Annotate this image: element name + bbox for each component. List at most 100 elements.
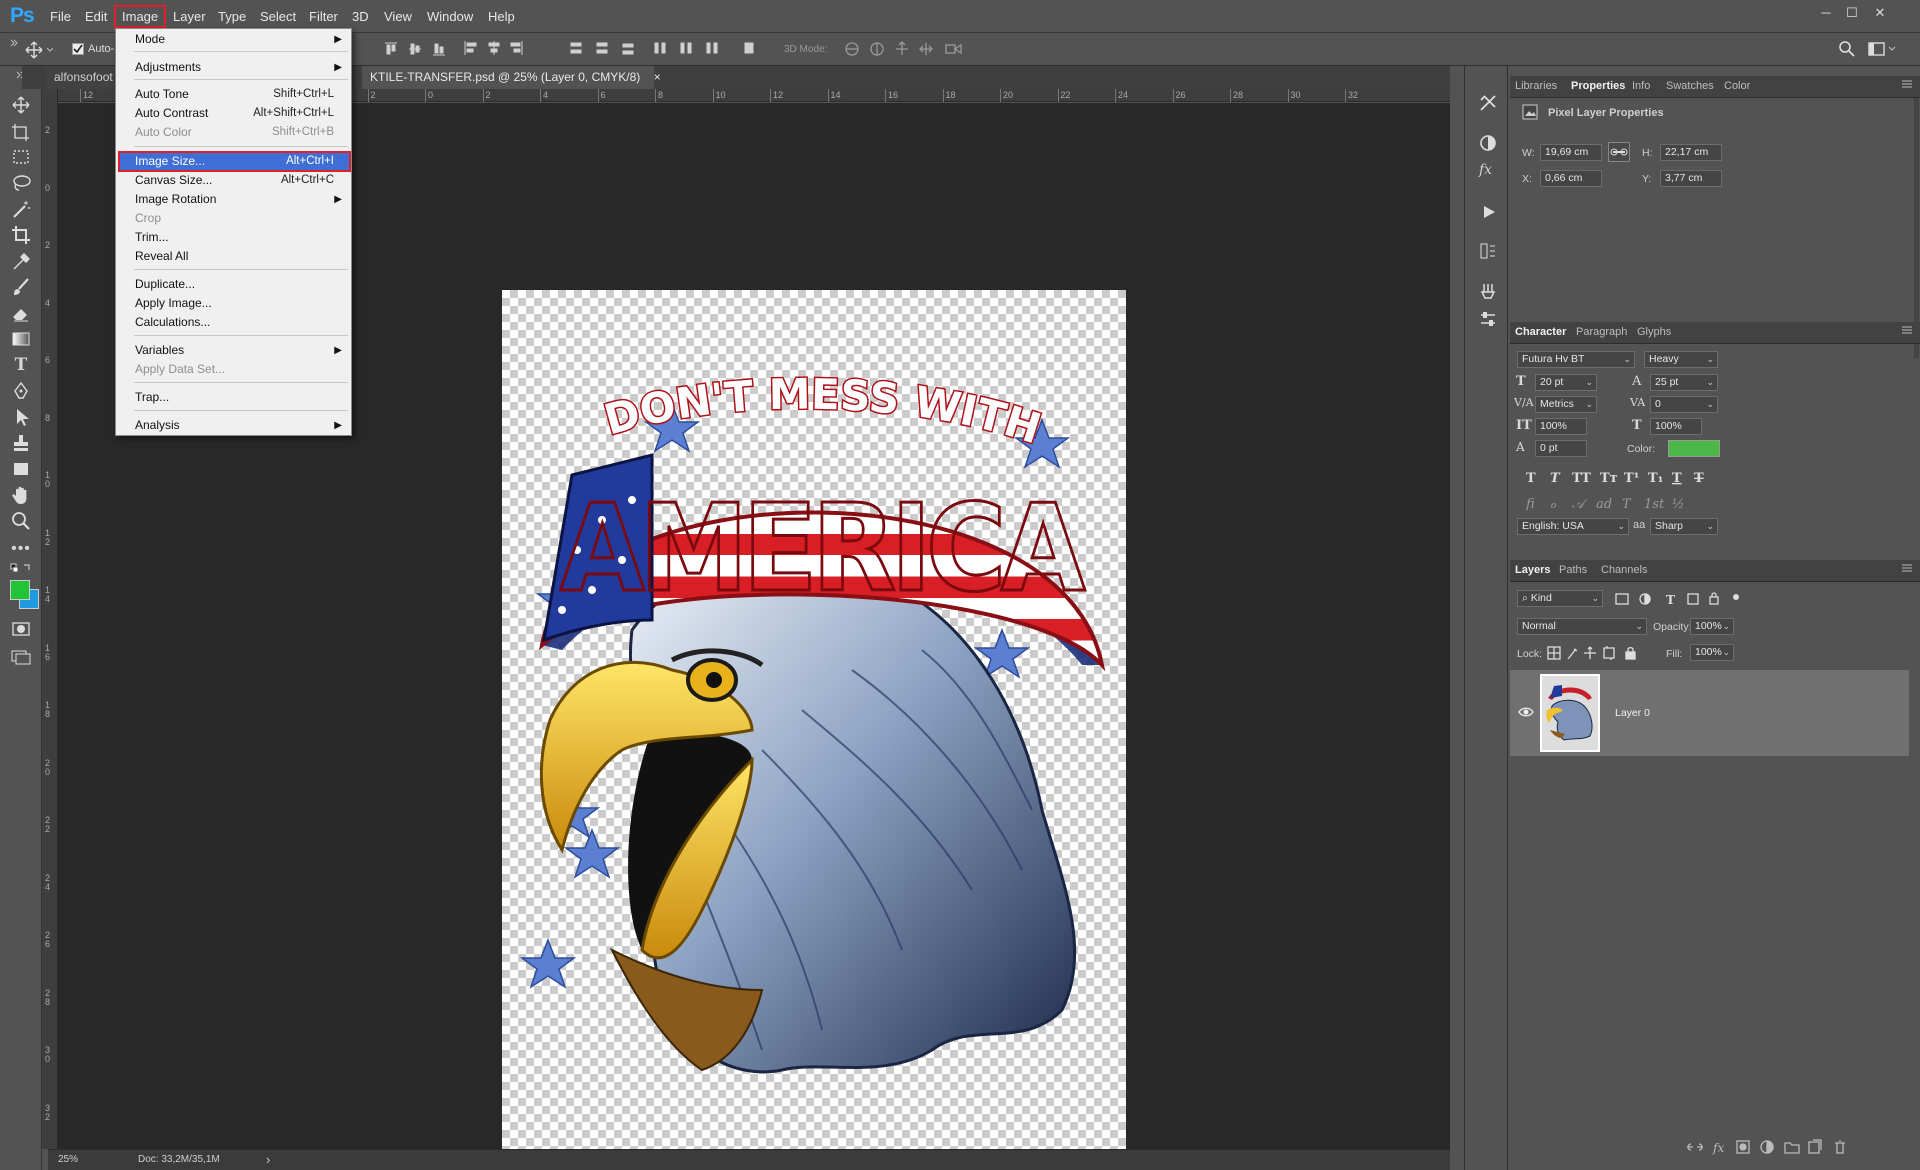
magic-wand-tool-icon[interactable] — [9, 198, 33, 220]
tab-swatches[interactable]: Swatches — [1666, 80, 1714, 92]
crop-tool-icon[interactable] — [9, 224, 33, 246]
tab-glyphs[interactable]: Glyphs — [1637, 326, 1671, 338]
pen-tool-icon[interactable] — [9, 380, 33, 402]
link-dimensions-icon[interactable] — [1608, 142, 1630, 162]
panel-menu-icon[interactable] — [1902, 326, 1912, 334]
tracking-field[interactable]: 0 ⌄ — [1650, 396, 1718, 413]
vertical-scale-field[interactable]: 100% — [1535, 418, 1587, 435]
horizontal-scale-field[interactable]: 100% — [1650, 418, 1702, 435]
maximize-button[interactable]: ☐ — [1838, 2, 1866, 24]
font-style-select[interactable]: Heavy ⌄ — [1644, 351, 1718, 368]
workspace-icon[interactable] — [1868, 40, 1900, 58]
properties-scrollbar[interactable] — [1914, 98, 1919, 358]
type-tool-icon[interactable]: T — [9, 354, 33, 376]
tab-color[interactable]: Color — [1724, 80, 1750, 92]
rectangle-tool-icon[interactable] — [9, 458, 33, 480]
foreground-color-swatch[interactable] — [10, 580, 30, 600]
menu-item-mode[interactable]: Mode ▶ — [117, 30, 350, 49]
x-field[interactable]: 0,66 cm — [1540, 170, 1602, 187]
menu-window[interactable]: Window — [427, 9, 473, 24]
marquee-tool-icon[interactable] — [9, 146, 33, 168]
menu-select[interactable]: Select — [260, 9, 296, 24]
lock-icons[interactable] — [1546, 644, 1646, 662]
menu-layer[interactable]: Layer — [173, 9, 206, 24]
auto-select-checkbox[interactable] — [72, 43, 84, 55]
menu-item-analysis[interactable]: Analysis ▶ — [117, 416, 350, 435]
menu-type[interactable]: Type — [218, 9, 246, 24]
styles-fx-icon[interactable]: fx — [1479, 162, 1492, 178]
tab-info[interactable]: Info — [1632, 80, 1650, 92]
document-canvas[interactable]: AMERICA DON'T MESS WITH — [502, 290, 1126, 1170]
lasso-tool-icon[interactable] — [9, 172, 33, 194]
search-icon[interactable] — [1838, 40, 1856, 58]
menu-item-duplicate[interactable]: Duplicate... — [117, 275, 350, 294]
tab-character[interactable]: Character — [1515, 326, 1566, 338]
history-icon[interactable] — [1479, 242, 1497, 260]
status-menu-arrow[interactable]: › — [266, 1152, 270, 1167]
leading-field[interactable]: 25 pt ⌄ — [1650, 374, 1718, 391]
more-tools-icon[interactable]: ••• — [9, 538, 33, 560]
layer-filter-icons[interactable]: T — [1614, 590, 1744, 608]
language-select[interactable]: English: USA ⌄ — [1517, 518, 1629, 535]
artboard-tool-icon[interactable] — [9, 120, 33, 142]
doc-tab-active[interactable]: KTILE-TRANSFER.psd @ 25% (Layer 0, CMYK/… — [362, 66, 661, 89]
type-style-buttons[interactable]: T T TT Tт T¹ T₁ T T — [1526, 468, 1706, 486]
menu-item-variables[interactable]: Variables ▶ — [117, 341, 350, 360]
tool-presets-icon[interactable] — [1479, 94, 1497, 112]
align-icons[interactable] — [385, 41, 805, 57]
width-field[interactable]: 19,69 cm — [1540, 144, 1602, 161]
opacity-field[interactable]: 100% ⌄ — [1690, 618, 1734, 635]
menu-view[interactable]: View — [384, 9, 412, 24]
double-chevron-icon[interactable] — [10, 39, 18, 47]
tab-channels[interactable]: Channels — [1601, 564, 1647, 576]
quick-mask-icon[interactable] — [9, 618, 33, 640]
panel-menu-icon[interactable] — [1902, 564, 1912, 572]
zoom-tool-icon[interactable] — [9, 510, 33, 532]
menu-item-reveal-all[interactable]: Reveal All — [117, 247, 350, 266]
height-field[interactable]: 22,17 cm — [1660, 144, 1722, 161]
text-color-swatch[interactable] — [1668, 440, 1720, 457]
actions-play-icon[interactable] — [1481, 204, 1497, 220]
menu-item-canvas-size[interactable]: Canvas Size... Alt+Ctrl+C — [117, 171, 350, 190]
kerning-select[interactable]: Metrics ⌄ — [1535, 396, 1597, 413]
move-tool-preset-icon[interactable] — [25, 41, 53, 59]
sliders-icon[interactable] — [1479, 310, 1497, 328]
visibility-eye-icon[interactable] — [1518, 706, 1534, 718]
eraser-tool-icon[interactable] — [9, 302, 33, 324]
menu-help[interactable]: Help — [488, 9, 515, 24]
menu-item-auto-tone[interactable]: Auto Tone Shift+Ctrl+L — [117, 85, 350, 104]
menu-edit[interactable]: Edit — [85, 9, 107, 24]
close-button[interactable]: ✕ — [1866, 2, 1894, 24]
doc-tab-close-icon[interactable]: × — [654, 70, 661, 84]
stamp-tool-icon[interactable] — [9, 432, 33, 454]
gradient-tool-icon[interactable] — [9, 328, 33, 350]
opentype-buttons[interactable]: fi ℴ 𝒜ad T 1st ½ — [1526, 494, 1706, 512]
path-selection-tool-icon[interactable] — [9, 406, 33, 428]
blend-mode-select[interactable]: Normal ⌄ — [1517, 618, 1647, 635]
layers-footer-icons[interactable]: fx — [1685, 1138, 1885, 1156]
menu-item-adjustments[interactable]: Adjustments ▶ — [117, 58, 350, 77]
menu-item-image-rotation[interactable]: Image Rotation ▶ — [117, 190, 350, 209]
menu-item-image-size[interactable]: Image Size... Alt+Ctrl+I — [117, 152, 350, 171]
layer-row[interactable]: Layer 0 — [1510, 670, 1909, 756]
3d-tools-icons[interactable] — [844, 40, 974, 58]
eyedropper-tool-icon[interactable] — [9, 250, 33, 272]
tab-libraries[interactable]: Libraries — [1515, 80, 1557, 92]
menu-file[interactable]: File — [50, 9, 71, 24]
menu-3d[interactable]: 3D — [352, 9, 369, 24]
brush-presets-icon[interactable] — [1479, 282, 1497, 300]
font-family-select[interactable]: Futura Hv BT ⌄ — [1517, 351, 1635, 368]
zoom-level[interactable]: 25% — [58, 1154, 78, 1165]
hand-tool-icon[interactable] — [9, 484, 33, 506]
layer-name[interactable]: Layer 0 — [1615, 707, 1650, 719]
menu-item-auto-contrast[interactable]: Auto Contrast Alt+Shift+Ctrl+L — [117, 104, 350, 123]
adjustments-icon[interactable] — [1479, 134, 1497, 152]
layer-filter-select[interactable]: ⌕ Kind ⌄ — [1517, 590, 1603, 607]
menu-item-trap[interactable]: Trap... — [117, 388, 350, 407]
move-tool-icon[interactable] — [9, 94, 33, 116]
screen-mode-icon[interactable] — [9, 646, 33, 668]
tab-paragraph[interactable]: Paragraph — [1576, 326, 1627, 338]
menu-item-trim[interactable]: Trim... — [117, 228, 350, 247]
layer-thumbnail[interactable] — [1540, 674, 1600, 752]
tab-properties[interactable]: Properties — [1571, 80, 1625, 92]
